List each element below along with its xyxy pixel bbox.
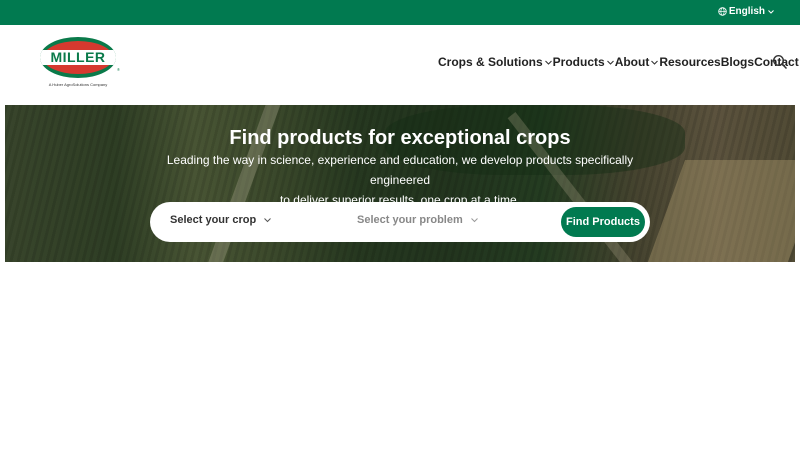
search-icon — [772, 54, 788, 74]
product-finder: Select your crop Select your problem Fin… — [150, 202, 650, 242]
logo-tagline: A Huber AgroSolutions Company — [48, 82, 108, 87]
problem-select[interactable]: Select your problem — [357, 214, 479, 226]
hero-subtitle: Leading the way in science, experience a… — [150, 150, 650, 210]
nav-item-about[interactable]: About — [615, 55, 660, 69]
nav-item-products[interactable]: Products — [553, 55, 615, 69]
chevron-down-icon — [463, 214, 479, 226]
find-products-button[interactable]: Find Products — [561, 207, 645, 237]
hero-banner: Find products for exceptional crops Lead… — [5, 105, 795, 262]
problem-select-label: Select your problem — [357, 214, 463, 226]
crop-select-label: Select your crop — [170, 214, 257, 226]
chevron-down-icon — [605, 55, 615, 69]
hero-subtitle-line-1: Leading the way in science, experience a… — [166, 153, 634, 187]
chevron-down-icon — [543, 55, 553, 69]
chevron-down-icon — [767, 9, 775, 15]
logo-wordmark: MILLER — [50, 49, 106, 65]
chevron-down-icon — [256, 214, 272, 226]
globe-icon — [718, 7, 727, 16]
main-nav: Crops & Solutions Products About Resourc… — [438, 55, 800, 69]
search-button[interactable] — [772, 54, 788, 70]
language-label: English — [728, 6, 765, 17]
top-bar: English — [0, 0, 800, 25]
logo-registered-mark: ® — [117, 67, 120, 72]
site-header: MILLER ® A Huber AgroSolutions Company C… — [0, 25, 800, 105]
nav-item-blogs[interactable]: Blogs — [721, 55, 754, 69]
crop-select[interactable]: Select your crop — [170, 214, 272, 226]
language-selector[interactable]: English — [718, 6, 775, 17]
nav-item-resources[interactable]: Resources — [659, 55, 720, 69]
hero-title: Find products for exceptional crops — [229, 127, 571, 149]
nav-label: Products — [552, 55, 605, 69]
chevron-down-icon — [649, 55, 659, 69]
hero-background-field — [644, 160, 795, 262]
miller-logo[interactable]: MILLER ® A Huber AgroSolutions Company — [40, 37, 120, 89]
nav-label: Crops & Solutions — [438, 55, 543, 69]
nav-label: Blogs — [720, 55, 755, 69]
nav-item-crops-solutions[interactable]: Crops & Solutions — [438, 55, 553, 69]
nav-label: Resources — [659, 55, 721, 69]
nav-label: About — [614, 55, 650, 69]
